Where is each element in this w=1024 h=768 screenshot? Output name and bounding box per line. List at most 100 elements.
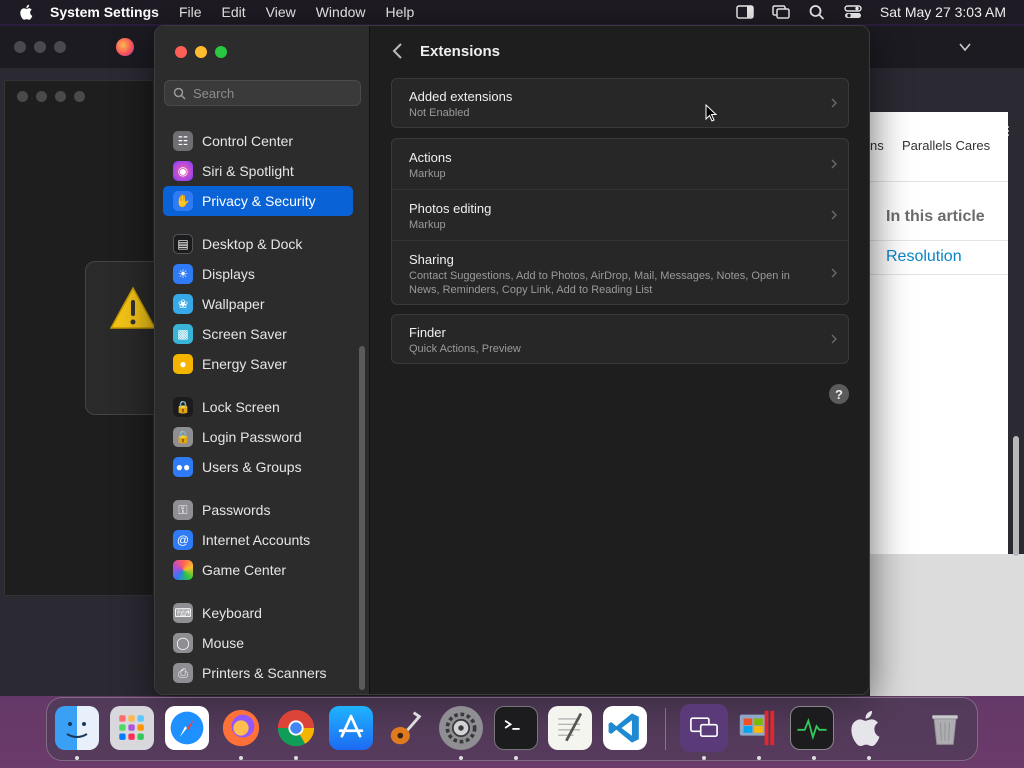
hand-icon: ✋ [173, 191, 193, 211]
sidebar-item-wallpaper[interactable]: ❀ Wallpaper [163, 289, 353, 319]
sidebar-item-partial[interactable] [163, 118, 353, 126]
background-app-window [4, 80, 175, 596]
photos-editing-row[interactable]: Photos editing Markup [392, 189, 848, 240]
chevron-right-icon [831, 268, 837, 277]
sidebar-item-label: Printers & Scanners [202, 665, 327, 681]
help-menu[interactable]: Help [386, 4, 415, 20]
textedit-icon[interactable] [548, 706, 592, 750]
extension-categories-group: Actions Markup Photos editing Markup Sha… [391, 138, 849, 305]
sidebar-item-login-password[interactable]: 🔒 Login Password [163, 422, 353, 452]
file-menu[interactable]: File [179, 4, 202, 20]
divider [870, 240, 1008, 241]
macos-vm-icon[interactable] [845, 706, 889, 750]
apple-logo-icon[interactable] [18, 3, 36, 21]
sidebar-scrollbar[interactable] [359, 346, 365, 690]
sidebar-item-label: Lock Screen [202, 399, 280, 415]
actions-row[interactable]: Actions Markup [392, 139, 848, 189]
minimize-window-button[interactable] [195, 46, 207, 58]
sidebar-item-internet-accounts[interactable]: @ Internet Accounts [163, 525, 353, 555]
chevron-right-icon [831, 210, 837, 220]
row-label: Photos editing [409, 201, 492, 216]
row-label: Added extensions [409, 89, 513, 104]
control-center-icon[interactable] [844, 4, 862, 20]
screen-mirroring-icon[interactable] [772, 4, 790, 20]
sidebar-item-keyboard[interactable]: ⌨ Keyboard [163, 598, 353, 628]
window-menu[interactable]: Window [316, 4, 366, 20]
system-settings-icon[interactable] [439, 706, 483, 750]
nav-link-parallels-cares[interactable]: Parallels Cares [902, 138, 990, 153]
row-sublabel: Not Enabled [409, 107, 470, 119]
garageband-icon[interactable] [384, 706, 428, 750]
parallels-windows-icon[interactable] [735, 706, 779, 750]
sidebar-item-mouse[interactable]: ◯ Mouse [163, 628, 353, 658]
chrome-icon[interactable] [274, 706, 318, 750]
launchpad-icon[interactable] [110, 706, 154, 750]
sidebar-item-control-center[interactable]: ☷ Control Center [163, 126, 353, 156]
sidebar-item-passwords[interactable]: ⚿ Passwords [163, 495, 353, 525]
help-button[interactable]: ? [829, 384, 849, 404]
page-scrollbar[interactable] [1013, 436, 1019, 556]
back-chevron-icon[interactable] [390, 42, 406, 60]
sidebar-item-game-center[interactable]: Game Center [163, 555, 353, 585]
sidebar-display-icon[interactable] [736, 4, 754, 20]
sidebar-item-printers-scanners[interactable]: ⎙ Printers & Scanners [163, 658, 353, 688]
lock-icon: 🔒 [173, 397, 193, 417]
vscode-icon[interactable] [603, 706, 647, 750]
browser-page-content: ns Parallels Cares In this article Resol… [870, 112, 1008, 554]
row-sublabel: Quick Actions, Preview [409, 343, 521, 355]
flower-icon: ❀ [173, 294, 193, 314]
sidebar-item-displays[interactable]: ☀ Displays [163, 259, 353, 289]
sidebar-item-energy-saver[interactable]: ● Energy Saver [163, 349, 353, 379]
search-input[interactable] [193, 85, 353, 101]
page-footer-area [870, 554, 1024, 696]
safari-icon[interactable] [165, 706, 209, 750]
sidebar-item-lock-screen[interactable]: 🔒 Lock Screen [163, 392, 353, 422]
edit-menu[interactable]: Edit [222, 4, 246, 20]
sidebar-item-screen-saver[interactable]: ▩ Screen Saver [163, 319, 353, 349]
firefox-icon[interactable] [219, 706, 263, 750]
sidebar-item-siri-spotlight[interactable]: ◉ Siri & Spotlight [163, 156, 353, 186]
spotlight-search-icon[interactable] [808, 4, 826, 20]
parallels-desktop-icon[interactable] [680, 704, 728, 752]
sidebar-search [164, 80, 361, 106]
nav-link-partial[interactable]: ns [870, 138, 884, 153]
row-label: Actions [409, 150, 452, 165]
window-controls [17, 91, 85, 102]
close-window-button[interactable] [175, 46, 187, 58]
finder-row[interactable]: Finder Quick Actions, Preview [392, 315, 848, 363]
sidebar-item-users-groups[interactable]: ●● Users & Groups [163, 452, 353, 482]
running-indicator [459, 756, 463, 760]
trash-icon[interactable] [923, 706, 967, 750]
key-icon: ⚿ [173, 500, 193, 520]
chevron-down-icon[interactable] [958, 40, 972, 54]
menu-bar: System Settings File Edit View Window He… [0, 0, 1024, 24]
chevron-right-icon [831, 159, 837, 169]
sidebar-item-label: Internet Accounts [202, 532, 311, 548]
finder-icon[interactable] [55, 706, 99, 750]
dock-icon: ▤ [173, 234, 193, 254]
app-store-icon[interactable] [329, 706, 373, 750]
activity-monitor-icon[interactable] [790, 706, 834, 750]
mouse-cursor-icon [705, 104, 717, 122]
page-nav: ns Parallels Cares [870, 112, 1008, 182]
toc-link-resolution[interactable]: Resolution [886, 248, 962, 266]
firefox-tab-icon[interactable] [116, 38, 134, 56]
chevron-right-icon [831, 98, 837, 108]
zoom-window-button[interactable] [215, 46, 227, 58]
extensions-pane: Extensions Added extensions Not Enabled … [370, 26, 869, 694]
sharing-row[interactable]: Sharing Contact Suggestions, Add to Phot… [392, 240, 848, 304]
row-label: Sharing [409, 252, 454, 267]
added-extensions-row[interactable]: Added extensions Not Enabled [392, 79, 848, 127]
sidebar-item-desktop-dock[interactable]: ▤ Desktop & Dock [163, 229, 353, 259]
app-name-menu[interactable]: System Settings [50, 4, 159, 20]
menu-bar-clock[interactable]: Sat May 27 3:03 AM [880, 4, 1006, 20]
keyboard-icon: ⌨ [173, 603, 193, 623]
running-indicator [75, 756, 79, 760]
settings-sidebar: ☷ Control Center ◉ Siri & Spotlight ✋ Pr… [155, 26, 370, 694]
view-menu[interactable]: View [266, 4, 296, 20]
terminal-icon[interactable] [494, 706, 538, 750]
window-traffic-lights [175, 46, 227, 58]
sidebar-item-privacy-security[interactable]: ✋ Privacy & Security [163, 186, 353, 216]
running-indicator [867, 756, 871, 760]
chevron-right-icon [831, 334, 837, 344]
